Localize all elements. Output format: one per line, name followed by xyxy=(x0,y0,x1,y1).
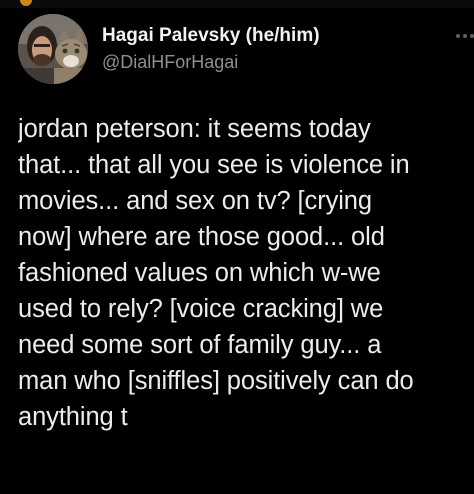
tweet-author: Hagai Palevsky (he/him) @DialHForHagai xyxy=(102,24,320,73)
more-dot xyxy=(463,34,467,38)
tweet-text-line: fashioned values on which w-we xyxy=(18,259,381,287)
tweet-text-line: need some sort of family guy... a xyxy=(18,331,382,359)
tweet-card: Hagai Palevsky (he/him) @DialHForHagai j… xyxy=(0,0,474,494)
user-handle[interactable]: @DialHForHagai xyxy=(102,51,320,73)
tweet-text-line: that... that all you see is violence in xyxy=(18,151,410,179)
tweet-text: jordan peterson: it seems today that... … xyxy=(18,111,474,435)
profile-photo-icon xyxy=(18,14,88,84)
more-options-icon[interactable] xyxy=(456,30,474,42)
tweet-text-line: now] where are those good... old xyxy=(18,223,385,251)
tweet-text-line: jordan peterson: it seems today xyxy=(18,115,371,143)
tweet-text-line: movies... and sex on tv? [crying xyxy=(18,187,372,215)
tweet-text-line: man who [sniffles] positively can do xyxy=(18,367,414,395)
avatar[interactable] xyxy=(18,14,88,84)
display-name[interactable]: Hagai Palevsky (he/him) xyxy=(102,24,320,48)
more-dot xyxy=(470,34,474,38)
tweet-text-line: anything t xyxy=(18,403,128,431)
more-dot xyxy=(456,34,460,38)
tweet-text-line: used to rely? [voice cracking] we xyxy=(18,295,384,323)
